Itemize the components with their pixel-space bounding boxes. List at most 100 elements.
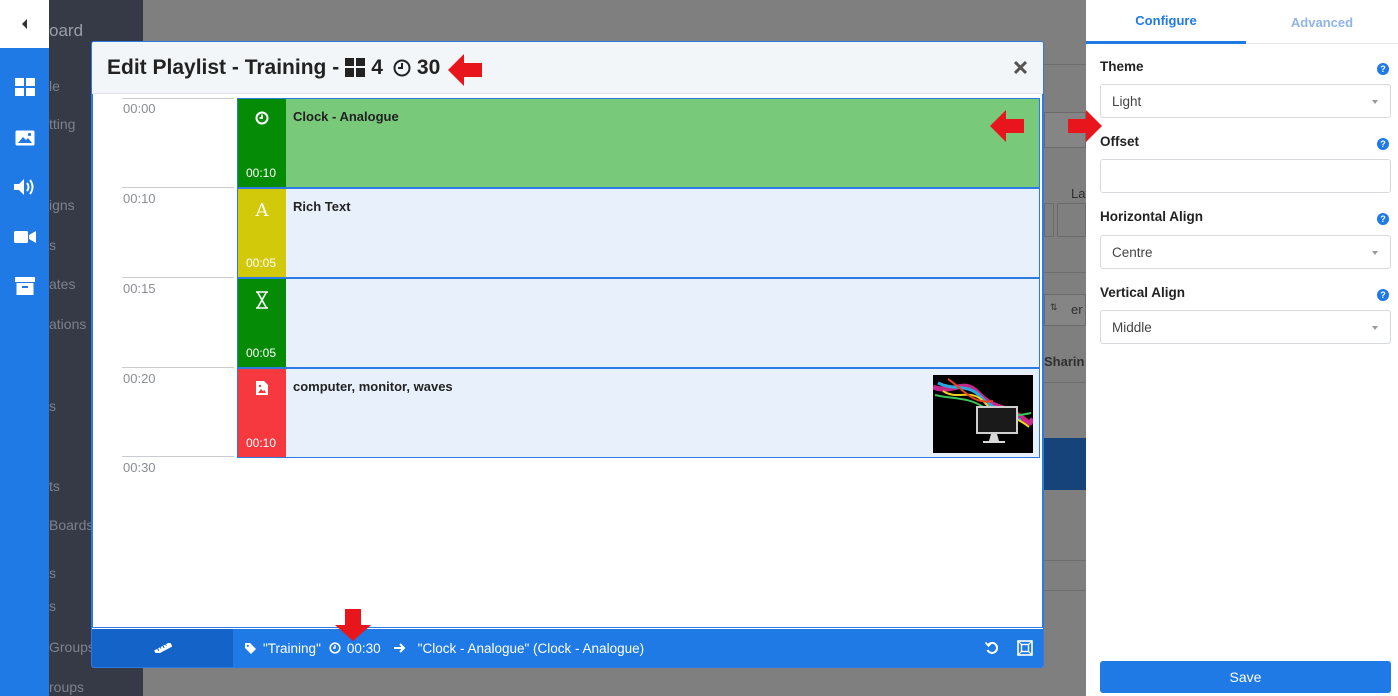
offset-label: Offset xyxy=(1100,134,1140,149)
nav-item: s xyxy=(49,565,56,581)
nav-item: roups xyxy=(49,679,85,695)
undo-icon[interactable] xyxy=(985,641,999,655)
caret-left-icon xyxy=(21,19,27,29)
timeline-widget-image[interactable]: 00:10 computer, monitor, waves xyxy=(237,368,1040,458)
background-layout-label: Layo xyxy=(1071,186,1086,201)
duration-clock-icon xyxy=(393,59,411,76)
help-icon[interactable]: ? xyxy=(1377,63,1389,75)
horizontal-align-value: Centre xyxy=(1112,244,1153,260)
background-sharing-label: Sharin xyxy=(1044,354,1085,369)
save-button[interactable]: Save xyxy=(1100,661,1391,693)
nav-item: s xyxy=(49,398,56,414)
hourglass-icon xyxy=(256,291,268,309)
vertical-align-label: Vertical Align xyxy=(1100,285,1186,300)
widget-type-bar: 00:05 xyxy=(238,279,286,367)
timeline-tick xyxy=(122,187,234,188)
horizontal-align-select[interactable]: Centre xyxy=(1100,235,1391,269)
widget-name: Rich Text xyxy=(293,199,351,214)
widget-duration: 00:10 xyxy=(246,436,277,450)
image-icon xyxy=(256,381,268,395)
icon-rail xyxy=(0,0,49,696)
footer-playlist-name: "Training" xyxy=(263,640,321,656)
nav-item: ts xyxy=(49,478,60,494)
annotation-arrow-down-icon xyxy=(335,609,371,641)
widget-duration: 00:10 xyxy=(246,166,277,180)
help-icon[interactable]: ? xyxy=(1377,138,1389,150)
timeline-tick xyxy=(122,456,234,457)
video-camera-icon[interactable] xyxy=(0,222,49,252)
widget-name: computer, monitor, waves xyxy=(293,379,453,394)
dashboard-grid-icon[interactable] xyxy=(0,72,49,102)
fit-to-screen-icon[interactable] xyxy=(1017,640,1033,656)
theme-label: Theme xyxy=(1100,59,1144,74)
close-modal-button[interactable] xyxy=(1010,57,1030,77)
nav-item: s xyxy=(49,598,56,614)
widget-type-bar: 00:10 xyxy=(238,369,286,457)
timeline-tick-label: 00:15 xyxy=(123,281,156,296)
theme-select-value: Light xyxy=(1112,93,1142,109)
widget-duration: 00:05 xyxy=(246,256,277,270)
edit-playlist-modal: Edit Playlist - Training - 4 30 00:00 00… xyxy=(91,41,1044,668)
nav-item: ates xyxy=(49,276,76,292)
playlist-status-bar: "Training" 00:30 "Clock - Analogue" (Clo… xyxy=(244,629,644,667)
nav-item: igns xyxy=(49,197,75,213)
timeline-tick-label: 00:30 xyxy=(123,460,156,475)
chevron-down-icon xyxy=(1372,326,1378,330)
close-icon xyxy=(1013,60,1027,74)
widget-image-thumbnail xyxy=(933,375,1033,453)
tab-advanced[interactable]: Advanced xyxy=(1246,0,1398,44)
timeline-tick xyxy=(122,367,234,368)
archive-box-icon[interactable] xyxy=(0,271,49,301)
widget-type-bar: 00:10 xyxy=(238,99,286,187)
properties-panel: Configure Advanced Theme ? Light Offset … xyxy=(1086,0,1398,696)
modal-title: Edit Playlist - Training - 4 30 xyxy=(107,56,440,80)
timeline-widget-countdown[interactable]: 00:05 xyxy=(237,278,1040,368)
clock-icon xyxy=(329,642,341,654)
footer-duration: 00:30 xyxy=(346,640,381,656)
widget-count-grid-icon xyxy=(345,58,366,77)
chevron-down-icon xyxy=(1372,100,1378,104)
horizontal-align-label: Horizontal Align xyxy=(1100,209,1203,224)
theme-select[interactable]: Light xyxy=(1100,84,1391,118)
timeline-tick-label: 00:10 xyxy=(123,191,156,206)
nav-item: le xyxy=(49,78,60,94)
nav-item: s xyxy=(49,237,56,253)
annotation-arrow-right-icon xyxy=(1068,110,1102,142)
timeline-tick xyxy=(122,277,234,278)
help-icon[interactable]: ? xyxy=(1377,213,1389,225)
help-icon[interactable]: ? xyxy=(1377,289,1389,301)
modal-header: Edit Playlist - Training - 4 30 xyxy=(92,42,1043,94)
arrow-right-icon xyxy=(393,643,406,653)
nav-item: tting xyxy=(49,116,76,132)
timeline-widget-clock[interactable]: 00:10 Clock - Analogue xyxy=(237,98,1040,188)
widget-name: Clock - Analogue xyxy=(293,109,399,124)
footer-actions xyxy=(985,629,1033,667)
timeline-tick-label: 00:20 xyxy=(123,371,156,386)
nav-item: Groups xyxy=(49,639,95,655)
background-select-text: er xyxy=(1071,302,1083,317)
tab-configure[interactable]: Configure xyxy=(1086,0,1246,44)
nav-item: Boards xyxy=(49,517,94,533)
annotation-arrow-left-icon xyxy=(448,54,482,86)
collapse-sidebar-button[interactable] xyxy=(0,0,49,48)
offset-input[interactable] xyxy=(1100,159,1391,193)
playlist-duration: 30 xyxy=(416,55,441,79)
annotation-arrow-left-icon xyxy=(990,110,1024,142)
tag-icon xyxy=(245,642,256,654)
footer-selected-widget: "Clock - Analogue" (Clock - Analogue) xyxy=(417,640,645,656)
timeline-tick-label: 00:00 xyxy=(123,101,156,116)
timeline-footer: "Training" 00:30 "Clock - Analogue" (Clo… xyxy=(92,629,1043,667)
audio-volume-icon[interactable] xyxy=(0,172,49,202)
widget-duration: 00:05 xyxy=(246,346,277,360)
chevron-down-icon xyxy=(1372,251,1378,255)
timeline-widget-rich-text[interactable]: A 00:05 Rich Text xyxy=(237,188,1040,278)
widget-count: 4 xyxy=(371,55,383,79)
text-icon: A xyxy=(255,199,269,221)
modal-title-text: Edit Playlist - Training - xyxy=(107,55,340,79)
playlist-timeline: 00:00 00:10 00:15 00:20 00:30 00:10 Cloc… xyxy=(92,94,1043,628)
timeline-tick xyxy=(122,98,234,99)
library-image-icon[interactable] xyxy=(0,123,49,153)
vertical-align-select[interactable]: Middle xyxy=(1100,310,1391,344)
timeline-ruler-button[interactable] xyxy=(92,629,233,667)
panel-tabs: Configure Advanced xyxy=(1086,0,1398,44)
